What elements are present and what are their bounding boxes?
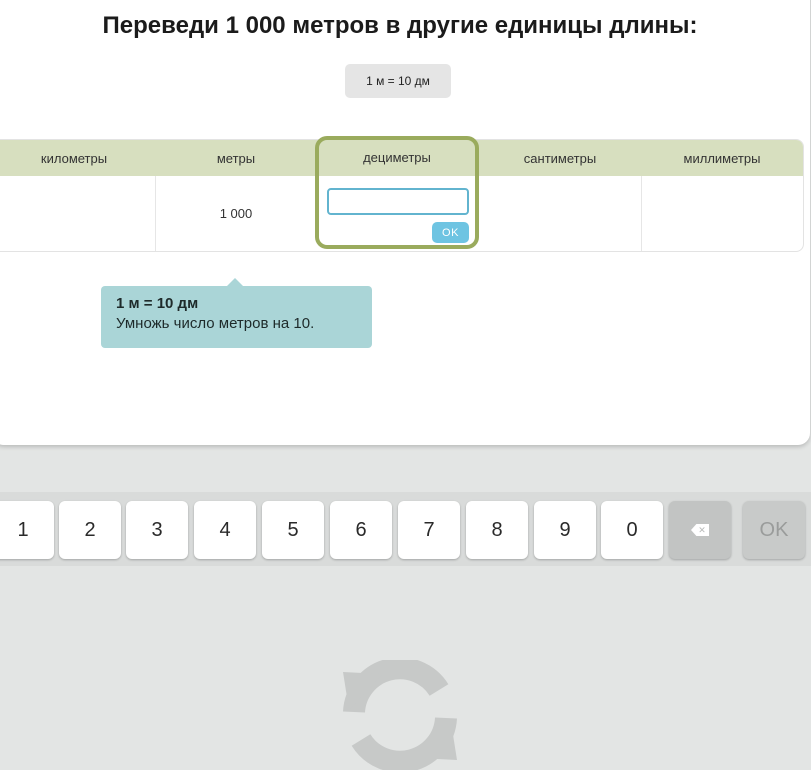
key-6[interactable]: 6 [330, 501, 392, 559]
tooltip-text: Умножь число метров на 10. [116, 315, 315, 332]
backspace-key[interactable]: ✕ [669, 501, 731, 559]
column-header-millimeters: миллиметры [683, 150, 761, 166]
task-title: Переведи 1 000 метров в другие единицы д… [102, 12, 698, 39]
key-9[interactable]: 9 [534, 501, 596, 559]
hint-tooltip: 1 м = 10 дм Умножь число метров на 10. [101, 286, 372, 348]
keyboard-ok-key[interactable]: OK [743, 501, 805, 559]
tooltip-title: 1 м = 10 дм [116, 295, 199, 312]
submit-answer-button[interactable]: OK [432, 222, 469, 243]
cell-kilometers [0, 176, 155, 251]
key-2[interactable]: 2 [59, 501, 121, 559]
key-4[interactable]: 4 [194, 501, 256, 559]
cell-centimeters [479, 176, 641, 251]
key-8[interactable]: 8 [466, 501, 528, 559]
key-3[interactable]: 3 [126, 501, 188, 559]
numeric-keyboard: 1 2 3 4 5 6 7 8 9 0 ✕ OK [0, 492, 811, 566]
cell-meters: 1 000 [219, 206, 253, 221]
column-header-decimeters: дециметры [363, 150, 431, 165]
cell-millimeters [641, 176, 803, 251]
key-0[interactable]: 0 [601, 501, 663, 559]
key-5[interactable]: 5 [262, 501, 324, 559]
key-7[interactable]: 7 [398, 501, 460, 559]
column-header-kilometers: километры [40, 150, 108, 166]
column-header-meters: метры [216, 150, 256, 166]
backspace-icon: ✕ [691, 524, 709, 536]
answer-input[interactable] [327, 188, 469, 215]
column-header-centimeters: сантиметры [523, 150, 597, 166]
refresh-icon[interactable] [339, 660, 461, 770]
hint-chip: 1 м = 10 дм [345, 64, 451, 98]
key-1[interactable]: 1 [0, 501, 54, 559]
